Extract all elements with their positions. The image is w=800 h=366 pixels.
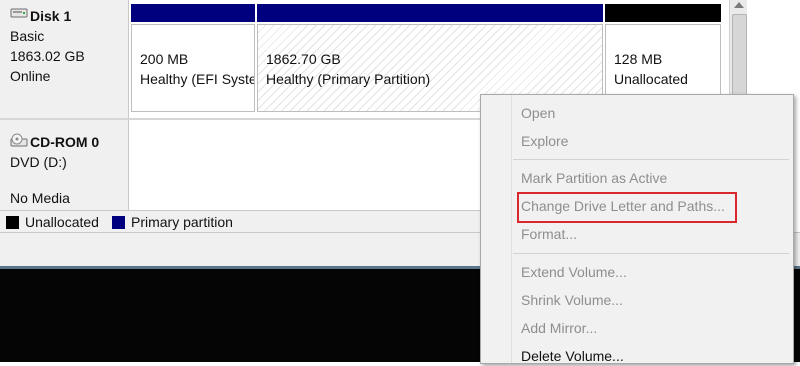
legend-label-primary: Primary partition <box>131 214 233 230</box>
cd-rom-icon <box>10 133 28 149</box>
partition-primary-size: 1862.70 GB <box>266 51 341 67</box>
partition-efi-status: Healthy (EFI System Partition) <box>140 71 254 87</box>
cdrom-title: CD-ROM 0 <box>30 134 100 150</box>
menu-item-change-drive-letter[interactable]: Change Drive Letter and Paths... <box>521 196 725 216</box>
menu-item-explore[interactable]: Explore <box>521 131 568 151</box>
partition-unallocated-size: 128 MB <box>614 51 663 67</box>
menu-item-open[interactable]: Open <box>521 103 555 123</box>
scroll-up-arrow-icon[interactable] <box>734 2 744 8</box>
menu-separator-2 <box>513 253 789 254</box>
menu-item-shrink-volume[interactable]: Shrink Volume... <box>521 290 623 310</box>
partition-efi[interactable]: 200 MB Healthy (EFI System Partition) <box>131 4 255 112</box>
partition-efi-body: 200 MB Healthy (EFI System Partition) <box>131 24 255 112</box>
menu-item-extend-volume[interactable]: Extend Volume... <box>521 262 627 282</box>
legend-swatch-primary <box>112 215 125 229</box>
menu-separator-1 <box>513 159 789 160</box>
legend-swatch-unallocated <box>6 215 19 229</box>
disk1-title: Disk 1 <box>30 8 72 24</box>
scrollbar-thumb[interactable] <box>732 14 747 96</box>
cdrom-drive: DVD (D:) <box>10 154 67 170</box>
menu-item-delete-volume[interactable]: Delete Volume... <box>521 346 624 366</box>
context-menu-gutter <box>481 95 512 363</box>
partition-primary-header <box>257 4 603 22</box>
cdrom-info-panel[interactable]: CD-ROM 0 DVD (D:) No Media <box>0 120 129 210</box>
context-menu[interactable]: Open Explore Mark Partition as Active Ch… <box>480 94 794 364</box>
menu-item-mark-active[interactable]: Mark Partition as Active <box>521 168 667 188</box>
disk1-type: Basic <box>10 28 45 44</box>
partition-unallocated-header <box>605 4 721 22</box>
legend-label-unallocated: Unallocated <box>25 214 99 230</box>
cdrom-media: No Media <box>10 190 70 206</box>
partition-efi-size: 200 MB <box>140 51 189 67</box>
menu-item-add-mirror[interactable]: Add Mirror... <box>521 318 597 338</box>
partition-primary-status: Healthy (Primary Partition) <box>266 71 431 87</box>
partition-efi-header <box>131 4 255 22</box>
menu-item-format[interactable]: Format... <box>521 224 577 244</box>
disk1-info-panel[interactable]: Disk 1 Basic 1863.02 GB Online <box>0 0 129 118</box>
hard-disk-icon <box>10 6 28 20</box>
disk1-size: 1863.02 GB <box>10 48 85 64</box>
disk1-status: Online <box>10 68 51 84</box>
legend-item-primary: Primary partition <box>112 212 233 232</box>
partition-unallocated-status: Unallocated <box>614 71 688 87</box>
legend-item-unallocated: Unallocated <box>6 212 99 232</box>
